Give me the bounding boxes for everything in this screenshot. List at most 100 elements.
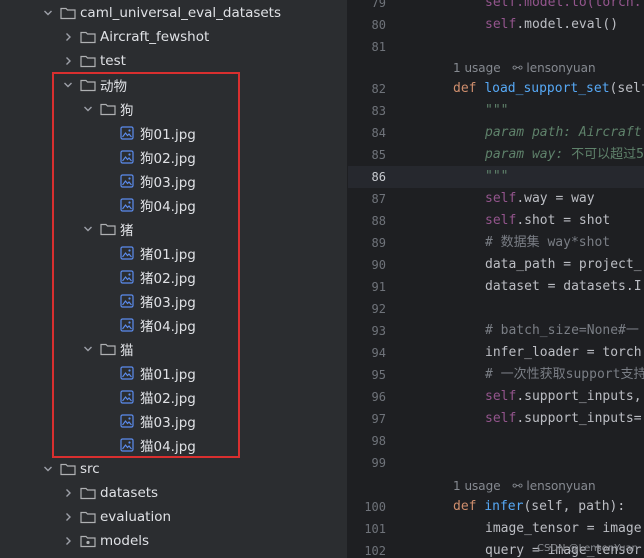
tree-folder-src[interactable]: src bbox=[0, 457, 347, 481]
chevron-down-icon[interactable] bbox=[40, 5, 56, 21]
chevron-right-icon[interactable] bbox=[60, 485, 76, 501]
code-line[interactable]: """ bbox=[485, 100, 508, 122]
tree-file[interactable]: 猪02.jpg bbox=[0, 265, 347, 289]
image-file-icon bbox=[120, 389, 136, 405]
tree-item-label: Aircraft_fewshot bbox=[100, 29, 210, 45]
line-number: 93 bbox=[371, 324, 386, 338]
tree-item-label: 狗02.jpg bbox=[140, 151, 196, 167]
author-name[interactable]: lensonyuan bbox=[526, 61, 595, 75]
chevron-right-icon[interactable] bbox=[60, 509, 76, 525]
tree-file[interactable]: 猪04.jpg bbox=[0, 313, 347, 337]
tree-folder-pig[interactable]: 猪 bbox=[0, 217, 347, 241]
chevron-down-icon[interactable] bbox=[60, 77, 76, 93]
usage-count[interactable]: 1 usage bbox=[453, 61, 501, 75]
code-token: param way: bbox=[485, 147, 572, 162]
tree-file[interactable]: 猫04.jpg bbox=[0, 433, 347, 457]
tree-item-label: 猫04.jpg bbox=[140, 439, 196, 455]
tree-folder-datasets[interactable]: datasets bbox=[0, 481, 347, 505]
code-line[interactable]: def load_support_set(self bbox=[453, 78, 644, 100]
code-line[interactable]: self.model.eval() bbox=[485, 14, 618, 36]
image-file-icon bbox=[120, 125, 136, 141]
chevron-right-icon[interactable] bbox=[60, 53, 76, 69]
code-line[interactable]: self.support_inputs, bbox=[485, 386, 642, 408]
code-token: self bbox=[485, 191, 517, 206]
code-editor[interactable]: 79 80 81 82 83 84 85 86 87 88 89 90 91 9… bbox=[348, 0, 644, 558]
chevron-down-icon[interactable] bbox=[80, 101, 96, 117]
chevron-right-icon[interactable] bbox=[60, 29, 76, 45]
tree-folder-evaluation[interactable]: evaluation bbox=[0, 505, 347, 529]
usage-count[interactable]: 1 usage bbox=[453, 479, 501, 493]
code-line[interactable]: param path: Aircraft bbox=[485, 122, 642, 144]
tree-item-label: models bbox=[100, 533, 150, 549]
code-line[interactable]: # 数据集 way*shot bbox=[485, 232, 610, 254]
tree-file[interactable]: 猫03.jpg bbox=[0, 409, 347, 433]
tree-item-label: 猪 bbox=[120, 223, 134, 239]
line-number: 100 bbox=[364, 500, 386, 514]
usage-hint[interactable]: 1 usage ⚯ lensonyuan bbox=[453, 58, 596, 78]
tree-file[interactable]: 狗01.jpg bbox=[0, 121, 347, 145]
tree-file[interactable]: 狗02.jpg bbox=[0, 145, 347, 169]
tree-folder-test[interactable]: test bbox=[0, 49, 347, 73]
tree-folder-models[interactable]: models bbox=[0, 529, 347, 553]
tree-file[interactable]: 狗04.jpg bbox=[0, 193, 347, 217]
tree-item-label: test bbox=[100, 53, 126, 69]
code-line[interactable]: infer_loader = torch bbox=[485, 342, 642, 364]
watermark: CSDN @LensonYuan bbox=[536, 543, 638, 554]
code-token: .support_inputs= bbox=[516, 411, 642, 426]
tree-file[interactable]: 猫02.jpg bbox=[0, 385, 347, 409]
chevron-down-icon[interactable] bbox=[80, 221, 96, 237]
line-number: 102 bbox=[364, 544, 386, 558]
code-line[interactable]: image_tensor = image bbox=[485, 518, 642, 540]
person-icon: ⚯ bbox=[512, 479, 523, 493]
usage-hint[interactable]: 1 usage ⚯ lensonyuan bbox=[453, 476, 596, 496]
folder-icon bbox=[80, 29, 96, 45]
line-number: 97 bbox=[371, 412, 386, 426]
line-number: 89 bbox=[371, 236, 386, 250]
code-line[interactable]: data_path = project_ bbox=[485, 254, 642, 276]
code-token: def bbox=[453, 81, 485, 96]
tree-folder-cat[interactable]: 猫 bbox=[0, 337, 347, 361]
tree-file[interactable]: 狗03.jpg bbox=[0, 169, 347, 193]
line-number: 79 bbox=[371, 0, 386, 10]
image-file-icon bbox=[120, 437, 136, 453]
code-line[interactable]: param way: 不可以超过5 bbox=[485, 144, 644, 166]
code-line[interactable]: self.support_inputs= bbox=[485, 408, 642, 430]
tree-folder-aircraft[interactable]: Aircraft_fewshot bbox=[0, 25, 347, 49]
code-token: 不可以超过5 bbox=[571, 147, 644, 162]
line-number: 87 bbox=[371, 192, 386, 206]
image-file-icon bbox=[120, 317, 136, 333]
code-token: self.model.to(torch. bbox=[485, 0, 642, 10]
chevron-down-icon[interactable] bbox=[40, 461, 56, 477]
code-line[interactable]: # 一次性获取support支持 bbox=[485, 364, 644, 386]
tree-file[interactable]: 猫01.jpg bbox=[0, 361, 347, 385]
tree-item-label: 狗 bbox=[120, 103, 134, 119]
code-token: (self, path): bbox=[523, 499, 626, 514]
folder-icon bbox=[100, 221, 116, 237]
tree-folder-dog[interactable]: 狗 bbox=[0, 97, 347, 121]
code-line[interactable]: def infer(self, path): bbox=[453, 496, 625, 518]
code-line[interactable]: self.way = way bbox=[485, 188, 595, 210]
image-file-icon bbox=[120, 197, 136, 213]
author-name[interactable]: lensonyuan bbox=[526, 479, 595, 493]
tree-file[interactable]: 猪03.jpg bbox=[0, 289, 347, 313]
chevron-down-icon[interactable] bbox=[80, 341, 96, 357]
code-line[interactable]: self.model.to(torch. bbox=[485, 0, 642, 14]
tree-folder-animals[interactable]: 动物 bbox=[0, 73, 347, 97]
code-line[interactable]: """ bbox=[485, 166, 508, 188]
code-line[interactable]: # batch_size=None#一 bbox=[485, 320, 639, 342]
code-line[interactable]: self.shot = shot bbox=[485, 210, 610, 232]
chevron-right-icon[interactable] bbox=[60, 533, 76, 549]
code-line[interactable]: dataset = datasets.I bbox=[485, 276, 642, 298]
tree-file[interactable]: 猪01.jpg bbox=[0, 241, 347, 265]
line-number: 80 bbox=[371, 18, 386, 32]
code-token: .way = way bbox=[516, 191, 595, 206]
line-number: 84 bbox=[371, 126, 386, 140]
line-number: 92 bbox=[371, 302, 386, 316]
tree-folder-root[interactable]: caml_universal_eval_datasets bbox=[0, 1, 347, 25]
